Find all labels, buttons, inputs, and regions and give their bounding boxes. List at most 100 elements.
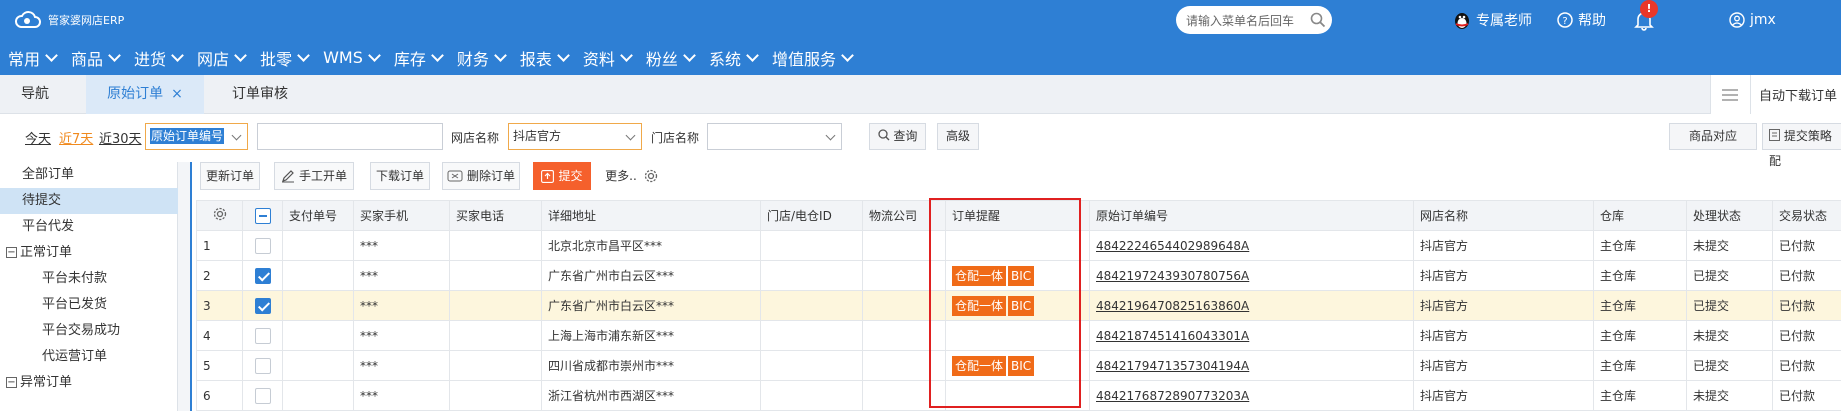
column-header[interactable]: 门店/电仓ID	[760, 200, 863, 231]
delete-icon	[447, 170, 463, 182]
filter-last7-link[interactable]: 近7天	[59, 128, 93, 147]
order-number-link[interactable]: 4842176872890773203A	[1096, 389, 1249, 403]
help-link[interactable]: ? 帮助	[1557, 0, 1606, 40]
query-button[interactable]: 查询	[869, 123, 926, 150]
menu-item-9[interactable]: 资料	[575, 46, 638, 70]
tab-original-orders[interactable]: 原始订单 ×	[86, 75, 204, 114]
search-field-select[interactable]: 原始订单编号	[145, 123, 248, 150]
menu-item-6[interactable]: 库存	[386, 46, 449, 70]
column-header[interactable]: 原始订单编号	[1089, 200, 1414, 231]
sidebar-item-platform-ship[interactable]: 平台代发	[22, 214, 74, 240]
column-header[interactable]: 物流公司	[862, 200, 946, 231]
menu-item-5[interactable]: WMS	[315, 48, 386, 67]
menu-item-0[interactable]: 常用	[0, 46, 63, 70]
column-header[interactable]: 处理状态	[1686, 200, 1773, 231]
row-select-cell[interactable]	[242, 290, 283, 321]
table-row[interactable]: 6 *** 浙江省杭州市西湖区*** 4842176872890773203A 抖店官方…	[196, 380, 1841, 411]
select-all-checkbox-box[interactable]	[254, 207, 271, 224]
collapse-icon[interactable]: −	[6, 247, 17, 258]
product-map-button[interactable]: 商品对应	[1669, 123, 1757, 150]
filter-last30-link[interactable]: 近30天	[99, 128, 142, 147]
tab-bar-right: 自动下载订单	[1709, 75, 1841, 114]
table-row[interactable]: 5 *** 四川省成都市崇州市*** 仓配一体 BIC 48421794713573041…	[196, 350, 1841, 381]
settings-gear-icon[interactable]	[642, 162, 664, 190]
sidebar-item-unpaid[interactable]: 平台未付款	[42, 266, 107, 292]
row-checkbox[interactable]	[254, 297, 271, 314]
column-header[interactable]: 订单提醒	[945, 200, 1090, 231]
row-select-cell[interactable]	[242, 260, 283, 291]
sidebar-item-agency[interactable]: 代运营订单	[42, 344, 107, 370]
row-checkbox[interactable]	[254, 267, 271, 284]
shop-name-select[interactable]	[707, 123, 842, 150]
search-value-input[interactable]	[257, 123, 443, 150]
sidebar-group-abnormal-label: 异常订单	[20, 375, 73, 390]
menu-item-12[interactable]: 增值服务	[764, 46, 859, 70]
column-header[interactable]: 买家手机	[353, 200, 450, 231]
auto-download-button[interactable]: 自动下载订单	[1751, 85, 1841, 104]
submit-button[interactable]: 提交	[533, 162, 591, 190]
delete-orders-button[interactable]: 删除订单	[442, 162, 520, 190]
menu-item-8[interactable]: 报表	[512, 46, 575, 70]
order-number-link[interactable]: 4842197243930780756A	[1096, 269, 1249, 283]
sidebar-item-pending[interactable]: 待提交	[0, 188, 178, 214]
more-button[interactable]: 更多..	[600, 162, 642, 190]
close-icon[interactable]: ×	[171, 86, 183, 102]
app-logo[interactable]: 管家婆网店ERP	[14, 10, 124, 30]
table-row[interactable]: 4 *** 上海上海市浦东新区*** 4842187451416043301A 抖店官方…	[196, 320, 1841, 351]
menu-item-11[interactable]: 系统	[701, 46, 764, 70]
column-header[interactable]: 支付单号	[282, 200, 354, 231]
row-checkbox[interactable]	[254, 237, 271, 254]
store-name-select[interactable]: 抖店官方	[508, 123, 642, 150]
table-row[interactable]: 1 *** 北京北京市昌平区*** 4842224654402989648A 抖店官方主…	[196, 230, 1841, 261]
menu-item-7[interactable]: 财务	[449, 46, 512, 70]
menu-item-1[interactable]: 商品	[63, 46, 126, 70]
row-select-cell[interactable]	[242, 380, 283, 411]
column-header[interactable]: 网店名称	[1413, 200, 1594, 231]
user-menu[interactable]: jmx	[1729, 0, 1776, 40]
cell-trade: 已付款	[1772, 350, 1841, 381]
download-orders-button[interactable]: 下载订单	[370, 162, 430, 190]
tab-nav[interactable]: 导航	[0, 75, 70, 114]
order-reminder-cell	[945, 320, 1090, 351]
order-number-link[interactable]: 4842179471357304194A	[1096, 359, 1249, 373]
row-checkbox[interactable]	[254, 357, 271, 374]
sidebar-group-abnormal[interactable]: − 异常订单	[6, 370, 72, 396]
filter-today-link[interactable]: 今天	[25, 128, 51, 147]
menu-item-4[interactable]: 批零	[252, 46, 315, 70]
sidebar-item-shipped[interactable]: 平台已发货	[42, 292, 107, 318]
row-checkbox[interactable]	[254, 327, 271, 344]
column-header[interactable]: 仓库	[1593, 200, 1687, 231]
row-select-cell[interactable]	[242, 350, 283, 381]
sidebar-group-normal[interactable]: − 正常订单	[6, 240, 72, 266]
manual-order-button[interactable]: 手工开单	[274, 162, 354, 190]
column-header[interactable]: 买家电话	[449, 200, 542, 231]
tab-order-review[interactable]: 订单审核	[206, 75, 314, 114]
collapse-icon[interactable]: −	[6, 377, 17, 388]
sidebar-item-all[interactable]: 全部订单	[22, 162, 74, 188]
table-row[interactable]: 3 *** 广东省广州市白云区*** 仓配一体 BIC 48421964708251638…	[196, 290, 1841, 321]
sidebar-splitter[interactable]	[178, 162, 192, 411]
order-number-link[interactable]: 4842224654402989648A	[1096, 239, 1249, 253]
column-header[interactable]: 详细地址	[541, 200, 761, 231]
teacher-label: 专属老师	[1476, 13, 1532, 29]
sidebar-item-success[interactable]: 平台交易成功	[42, 318, 120, 344]
row-checkbox[interactable]	[254, 387, 271, 404]
search-icon[interactable]	[1310, 12, 1326, 28]
row-select-cell[interactable]	[242, 320, 283, 351]
advanced-button[interactable]: 高级	[937, 123, 979, 150]
menu-item-2[interactable]: 进货	[126, 46, 189, 70]
menu-item-3[interactable]: 网店	[189, 46, 252, 70]
menu-search-input[interactable]: 请输入菜单名后回车	[1176, 6, 1332, 34]
teacher-link[interactable]: 专属老师	[1453, 0, 1532, 40]
list-icon[interactable]	[1711, 75, 1751, 114]
submit-strategy-button[interactable]: 提交策略配	[1762, 123, 1841, 168]
table-row[interactable]: 2 *** 广东省广州市白云区*** 仓配一体 BIC 48421972439307807…	[196, 260, 1841, 291]
order-number-link[interactable]: 4842187451416043301A	[1096, 329, 1249, 343]
menu-item-10[interactable]: 粉丝	[638, 46, 701, 70]
update-orders-button[interactable]: 更新订单	[200, 162, 260, 190]
column-settings-gear-icon[interactable]	[196, 200, 243, 231]
order-number-link[interactable]: 4842196470825163860A	[1096, 299, 1249, 313]
select-all-checkbox[interactable]	[242, 200, 283, 231]
row-select-cell[interactable]	[242, 230, 283, 261]
column-header[interactable]: 交易状态	[1772, 200, 1841, 231]
